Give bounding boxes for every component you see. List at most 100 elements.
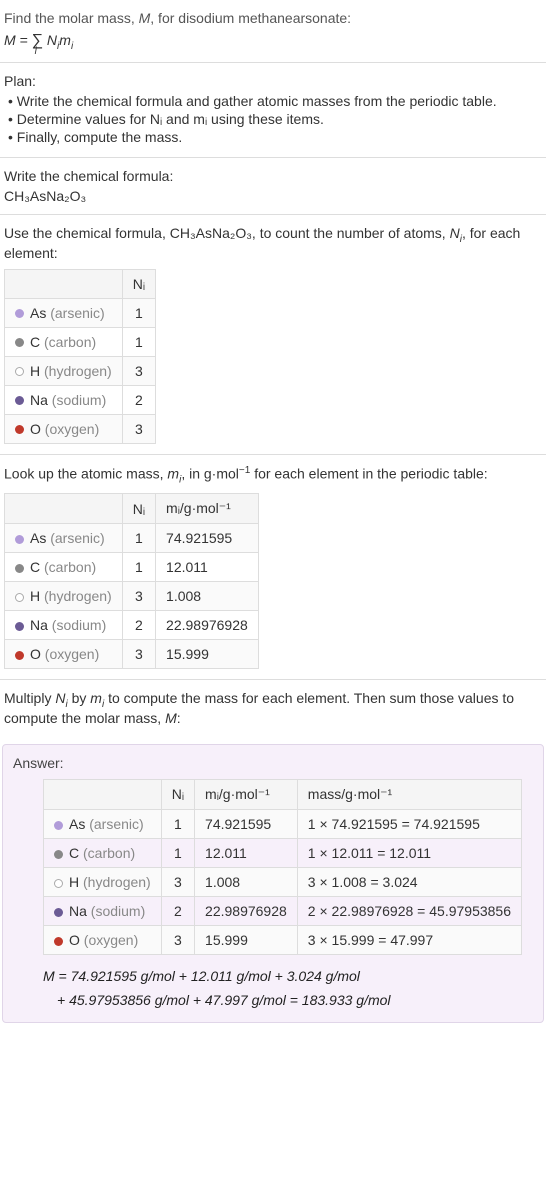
element-name: (sodium) xyxy=(52,392,106,408)
table-header-row: Nᵢ mᵢ/g·mol⁻¹ xyxy=(5,494,259,524)
table-row: O (oxygen)3 xyxy=(5,414,156,443)
count-prompt: Use the chemical formula, CH₃AsNa₂O₃, to… xyxy=(4,225,542,261)
element-cell: Na (sodium) xyxy=(5,385,123,414)
element-dot-icon xyxy=(15,593,24,602)
element-dot-icon xyxy=(15,622,24,631)
m-cell: 15.999 xyxy=(195,925,298,954)
element-dot-icon xyxy=(15,396,24,405)
element-cell: C (carbon) xyxy=(5,553,123,582)
element-symbol: H xyxy=(69,874,79,890)
final-line-1: M = 74.921595 g/mol + 12.011 g/mol + 3.0… xyxy=(43,965,533,989)
table-row: Na (sodium)222.989769282 × 22.98976928 =… xyxy=(44,896,522,925)
element-dot-icon xyxy=(15,651,24,660)
eq-n: N xyxy=(47,32,57,48)
n-cell: 1 xyxy=(122,327,155,356)
n-cell: 1 xyxy=(122,298,155,327)
multiply-prompt: Multiply Ni by mi to compute the mass fo… xyxy=(4,690,542,726)
element-dot-icon xyxy=(54,908,63,917)
m-cell: 22.98976928 xyxy=(195,896,298,925)
n-cell: 2 xyxy=(122,611,155,640)
element-symbol: Na xyxy=(30,392,48,408)
table-row: C (carbon)1 xyxy=(5,327,156,356)
m-cell: 1.008 xyxy=(156,582,259,611)
intro-text-1: Find the molar mass, xyxy=(4,10,139,26)
table-row: H (hydrogen)31.008 xyxy=(5,582,259,611)
mult-mm: M xyxy=(165,710,177,726)
element-dot-icon xyxy=(54,821,63,830)
mult-a: Multiply xyxy=(4,690,55,706)
m-cell: 1.008 xyxy=(195,867,298,896)
plan-list: • Write the chemical formula and gather … xyxy=(8,93,542,145)
write-formula-prompt: Write the chemical formula: xyxy=(4,168,542,184)
mass-cell: 1 × 12.011 = 12.011 xyxy=(297,838,521,867)
n-cell: 2 xyxy=(161,896,194,925)
element-name: (sodium) xyxy=(91,903,145,919)
element-name: (oxygen) xyxy=(45,646,99,662)
chemical-formula: CH₃AsNa₂O₃ xyxy=(4,188,542,204)
n-header: Nᵢ xyxy=(161,779,194,809)
blank-header xyxy=(44,779,162,809)
intro-var-m: M xyxy=(139,10,151,26)
element-cell: O (oxygen) xyxy=(5,640,123,669)
lookup-prompt: Look up the atomic mass, mi, in g·mol−1 … xyxy=(4,465,542,485)
element-cell: H (hydrogen) xyxy=(44,867,162,896)
element-dot-icon xyxy=(15,338,24,347)
write-formula-section: Write the chemical formula: CH₃AsNa₂O₃ xyxy=(0,158,546,215)
table-row: H (hydrogen)31.0083 × 1.008 = 3.024 xyxy=(44,867,522,896)
mult-b: by xyxy=(68,690,91,706)
mult-d: : xyxy=(177,710,181,726)
count-prompt-a: Use the chemical formula, CH₃AsNa₂O₃, to… xyxy=(4,225,450,241)
element-cell: C (carbon) xyxy=(5,327,123,356)
table-row: Na (sodium)2 xyxy=(5,385,156,414)
intro-section: Find the molar mass, M, for disodium met… xyxy=(0,0,546,63)
plan-item: • Determine values for Nᵢ and mᵢ using t… xyxy=(8,111,542,127)
element-dot-icon xyxy=(54,850,63,859)
table-header-row: Nᵢ mᵢ/g·mol⁻¹ mass/g·mol⁻¹ xyxy=(44,779,522,809)
element-cell: O (oxygen) xyxy=(5,414,123,443)
table-row: As (arsenic)1 xyxy=(5,298,156,327)
element-name: (oxygen) xyxy=(84,932,138,948)
lookup-prompt-m: m xyxy=(167,465,179,481)
element-dot-icon xyxy=(15,367,24,376)
m-cell: 74.921595 xyxy=(195,809,298,838)
element-cell: As (arsenic) xyxy=(5,298,123,327)
answer-title: Answer: xyxy=(13,755,533,771)
element-name: (hydrogen) xyxy=(83,874,151,890)
element-symbol: C xyxy=(69,845,79,861)
element-cell: Na (sodium) xyxy=(5,611,123,640)
m-cell: 12.011 xyxy=(195,838,298,867)
element-dot-icon xyxy=(15,425,24,434)
element-symbol: Na xyxy=(30,617,48,633)
plan-item: • Finally, compute the mass. xyxy=(8,129,542,145)
element-symbol: O xyxy=(30,646,41,662)
count-table: Nᵢ As (arsenic)1 C (carbon)1 H (hydrogen… xyxy=(4,269,156,444)
table-row: Na (sodium)222.98976928 xyxy=(5,611,259,640)
lookup-section: Look up the atomic mass, mi, in g·mol−1 … xyxy=(0,455,546,680)
eq-lhs: M = xyxy=(4,32,32,48)
plan-title: Plan: xyxy=(4,73,542,89)
element-cell: O (oxygen) xyxy=(44,925,162,954)
intro-text-2: , for disodium methanearsonate: xyxy=(150,10,351,26)
n-cell: 2 xyxy=(122,385,155,414)
lookup-prompt-c: for each element in the periodic table: xyxy=(250,465,487,481)
m-header: mᵢ/g·mol⁻¹ xyxy=(195,779,298,809)
n-cell: 3 xyxy=(122,414,155,443)
lookup-prompt-exp: −1 xyxy=(239,465,250,476)
plan-section: Plan: • Write the chemical formula and g… xyxy=(0,63,546,158)
table-row: C (carbon)112.011 xyxy=(5,553,259,582)
mass-header: mass/g·mol⁻¹ xyxy=(297,779,521,809)
table-row: As (arsenic)174.9215951 × 74.921595 = 74… xyxy=(44,809,522,838)
element-name: (carbon) xyxy=(83,845,135,861)
element-symbol: H xyxy=(30,588,40,604)
element-symbol: C xyxy=(30,334,40,350)
final-line-2: + 45.97953856 g/mol + 47.997 g/mol = 183… xyxy=(43,989,533,1013)
n-cell: 1 xyxy=(122,524,155,553)
element-cell: Na (sodium) xyxy=(44,896,162,925)
table-row: As (arsenic)174.921595 xyxy=(5,524,259,553)
n-cell: 3 xyxy=(161,867,194,896)
element-dot-icon xyxy=(15,564,24,573)
element-dot-icon xyxy=(15,535,24,544)
element-name: (carbon) xyxy=(44,334,96,350)
m-cell: 12.011 xyxy=(156,553,259,582)
multiply-section: Multiply Ni by mi to compute the mass fo… xyxy=(0,680,546,736)
